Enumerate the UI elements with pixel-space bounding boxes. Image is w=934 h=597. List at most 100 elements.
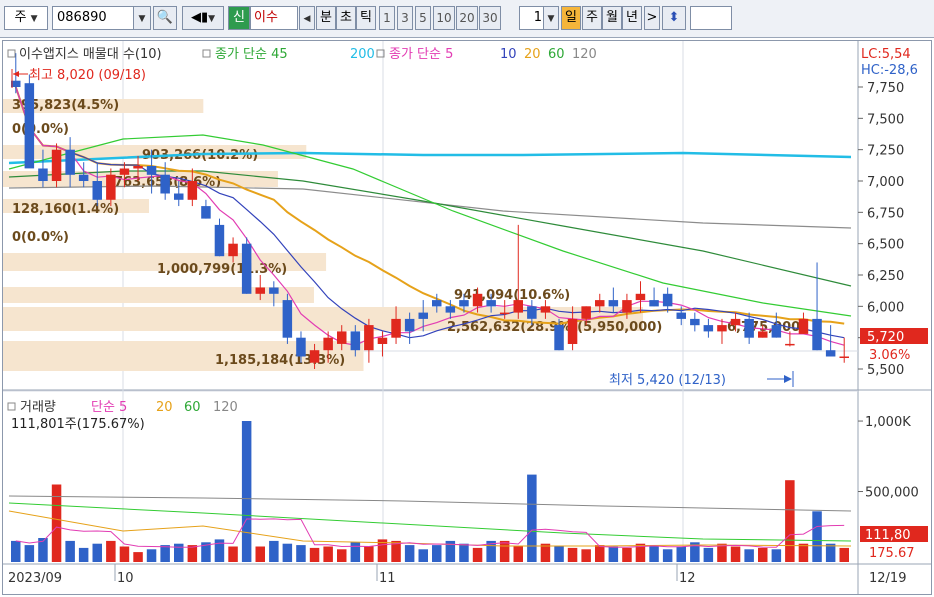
candle-body [499,312,510,315]
candle-body [404,318,415,332]
updown-button[interactable]: ⬍ [662,6,686,30]
volume-bar [92,543,102,562]
volume-badge-value: 111,80 [865,528,911,543]
next-label: > [646,10,658,25]
legend-ma45: 종가 단순 45 [215,47,288,62]
candle-body [472,293,483,307]
price-tick-label: 6,750 [867,206,904,221]
volume-bar [309,547,320,562]
candle-body [527,306,537,319]
candle-body [445,306,456,313]
candle-body [269,287,279,294]
candle-body [174,193,184,200]
unit-second-button[interactable]: 초 [336,6,356,30]
candle-body [418,312,428,319]
volume-bar [554,546,564,562]
volume-bar [160,545,170,562]
candle-body [608,300,619,307]
volume-bar [567,547,578,562]
high-label: 최고 8,020 (09/18) [29,68,146,83]
candle-body [24,83,35,169]
day-button[interactable]: 일 [561,6,581,30]
market-select[interactable]: 주 ▼ [4,6,48,30]
volume-bar [296,545,306,562]
week-button[interactable]: 주 [582,6,602,30]
market-label: 주 [14,10,27,25]
volume-bar [404,545,415,562]
unit-tick-button[interactable]: 틱 [356,6,376,30]
volume-bar [649,546,659,562]
sound-button[interactable]: ◀▮▼ [182,6,224,30]
candle-body [567,318,578,344]
current-change-value: 3.06% [869,348,910,363]
candle-body [65,149,75,175]
volume-bar [432,545,442,562]
candle-body [744,318,754,338]
chevron-down-icon: ▼ [30,14,38,24]
volume-profile-label: 0(0.0%) [12,230,69,245]
volume-bar [527,474,537,562]
legend-volume-profile: 이수앱지스 매물대 수(10) [19,47,162,62]
volume-bar [785,480,795,562]
period-button-5[interactable]: 5 [415,6,431,30]
hc-label: HC:-28,6 [861,63,918,78]
period-button-1[interactable]: 1 [379,6,395,30]
candle-body [432,300,442,307]
candle-body [282,300,293,338]
period-label: 3 [401,11,409,25]
period-button-10[interactable]: 10 [433,6,455,30]
search-button[interactable]: 🔍 [153,6,177,30]
volume-bar [744,549,754,562]
volume-bar [418,549,428,562]
candle-body [146,166,157,175]
volume-bar [65,540,75,562]
price-tick-label: 7,500 [867,112,904,127]
price-tick-label: 6,000 [867,300,904,315]
candle-body [595,300,605,307]
candle-body [690,318,700,326]
candle-body [703,325,714,332]
candle-body [540,306,551,313]
period-button-30[interactable]: 30 [479,6,501,30]
new-badge[interactable]: 신 [228,6,250,30]
volume-bar [350,542,361,562]
candle-body [201,206,211,219]
stock-name: 이수 [250,6,298,30]
volume-bar [758,547,768,562]
volume-profile-label: 128,160(1.4%) [12,202,119,217]
unit-minute-button[interactable]: 분 [316,6,336,30]
volume-bar [228,546,238,562]
year-button[interactable]: 년 [622,6,642,30]
volume-bar [119,546,130,562]
month-button[interactable]: 월 [602,6,622,30]
candle-body [106,174,116,200]
candle-body [255,287,265,294]
next-button[interactable]: > [644,6,660,30]
week-label: 주 [586,10,598,25]
unit-second-label: 초 [340,10,352,25]
unit-minute-label: 분 [320,10,332,25]
candle-body [377,337,388,344]
count-dropdown[interactable]: ▼ [543,6,559,30]
extra-input[interactable] [690,6,732,30]
volume-bar [513,546,523,562]
chart-svg[interactable]: 395,823(4.5%)0(0.0%)903,266(10.2%)763,65… [3,41,931,594]
date-tick-label: 2023/09 [8,571,62,586]
prev-button[interactable]: ◀ [299,6,315,30]
period-label: 30 [482,11,498,25]
legend-ma200: 200 [350,47,375,62]
volume-bar [133,552,143,562]
candle-body [581,306,591,319]
candle-body [38,168,48,181]
chevron-down-icon: ▼ [138,14,146,24]
volume-bar [662,549,673,562]
candle-body [513,300,523,313]
period-label: 20 [459,11,475,25]
candle-body [662,293,673,307]
candle-body [92,181,102,200]
period-button-20[interactable]: 20 [456,6,478,30]
period-button-3[interactable]: 3 [397,6,413,30]
code-dropdown-button[interactable]: ▼ [133,6,151,30]
candle-body [730,318,741,326]
date-axis: 2023/09 10 11 12 12/19 [8,564,906,586]
